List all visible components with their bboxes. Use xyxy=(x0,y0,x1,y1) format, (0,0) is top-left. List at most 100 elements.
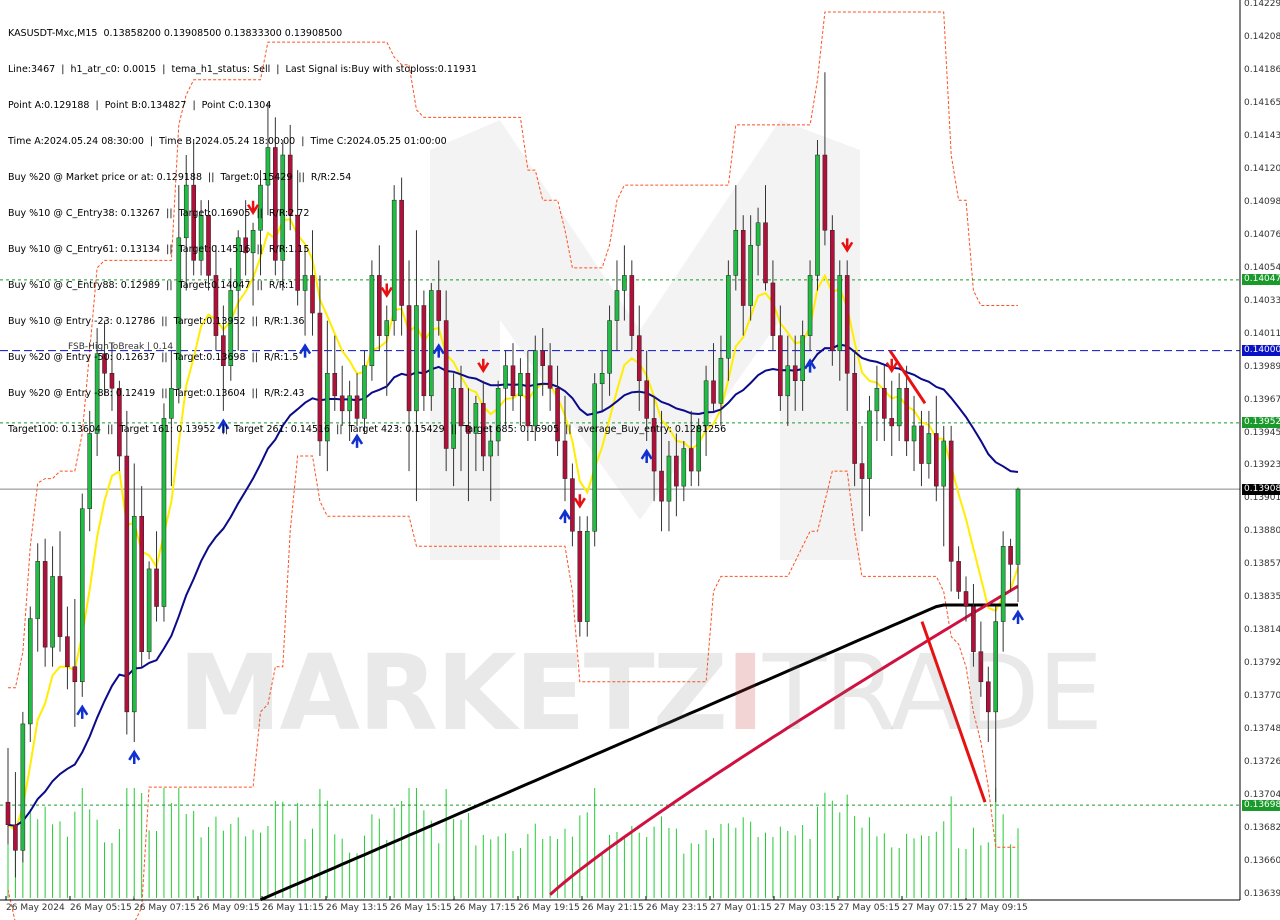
candle[interactable] xyxy=(584,516,590,637)
candle[interactable] xyxy=(131,463,137,742)
time-axis-label: 27 May 05:15 xyxy=(838,903,900,913)
candle[interactable] xyxy=(577,516,583,637)
price-axis-label: 0.14229 xyxy=(1244,0,1280,9)
info-line: Buy %10 @ Entry -23: 0.12786 || Target:0… xyxy=(8,316,305,327)
candle[interactable] xyxy=(815,139,820,291)
time-axis-label: 26 May 05:15 xyxy=(70,903,132,913)
candle[interactable] xyxy=(859,425,865,532)
candle-body xyxy=(1000,546,1006,622)
price-axis-label: 0.13792 xyxy=(1244,658,1280,669)
info-line: Buy %20 @ Entry -88: 0.12419 || Target:0… xyxy=(8,388,305,399)
candle[interactable] xyxy=(956,546,961,599)
candle-body xyxy=(674,455,679,487)
candle-body xyxy=(13,824,18,851)
price-axis-label: 0.14165 xyxy=(1244,97,1280,108)
candle[interactable] xyxy=(42,538,48,667)
candle[interactable] xyxy=(948,425,954,592)
candle-body xyxy=(154,568,159,607)
candle-body xyxy=(146,568,152,652)
candle-body xyxy=(889,418,895,427)
candle-body xyxy=(42,561,48,648)
candle[interactable] xyxy=(5,747,11,845)
candle[interactable] xyxy=(570,463,575,547)
time-axis-label: 27 May 03:15 xyxy=(774,903,836,913)
candle[interactable] xyxy=(830,215,835,366)
candle-body xyxy=(35,561,40,619)
info-line: Point A:0.129188 | Point B:0.134827 | Po… xyxy=(8,100,272,111)
candle[interactable] xyxy=(79,493,85,697)
chart-grid xyxy=(5,896,967,900)
candle-body xyxy=(733,230,739,276)
price-axis-label: 0.13682 xyxy=(1244,823,1280,834)
candle[interactable] xyxy=(13,772,18,878)
candle-body xyxy=(904,388,909,442)
candle-body xyxy=(20,723,26,851)
candle-body xyxy=(65,636,70,667)
candle[interactable] xyxy=(1015,487,1021,603)
chart-window[interactable]: MARKETZITRADE KASUSDT-Mxc,M15 0.13858200… xyxy=(0,0,1280,920)
time-axis-label: 26 May 23:15 xyxy=(646,903,708,913)
price-axis-label: 0.13639 xyxy=(1244,889,1280,899)
price-axis-label: 0.13945 xyxy=(1244,427,1280,438)
candle[interactable] xyxy=(941,425,947,547)
price-axis-label: 0.13880 xyxy=(1244,526,1280,537)
candle-body xyxy=(79,508,85,683)
candle[interactable] xyxy=(27,606,33,742)
price-tag: 0.13908 xyxy=(1242,483,1280,495)
price-axis-label: 0.13857 xyxy=(1244,559,1280,570)
candle[interactable] xyxy=(35,543,40,652)
candle-body xyxy=(807,275,813,336)
candle-body xyxy=(911,425,917,442)
price-axis-label: 0.13660 xyxy=(1244,856,1280,867)
candle-body xyxy=(867,410,872,479)
candle-body xyxy=(584,531,590,622)
candle[interactable] xyxy=(882,365,887,441)
time-axis-label: 26 May 17:15 xyxy=(454,903,516,913)
price-tag: 0.13952 xyxy=(1242,417,1280,429)
watermark-bar: I xyxy=(726,632,765,754)
watermark-text: MARKETZITRADE xyxy=(178,632,1104,754)
time-axis-label: 26 May 21:15 xyxy=(582,903,644,913)
candle[interactable] xyxy=(65,606,70,690)
candle-body xyxy=(948,440,954,562)
price-axis-label: 0.13770 xyxy=(1244,691,1280,702)
candle[interactable] xyxy=(50,546,55,667)
candle-body xyxy=(822,154,828,231)
candle-body xyxy=(778,335,783,397)
candle[interactable] xyxy=(896,373,902,441)
info-line: Time A:2024.05.24 08:30:00 | Time B:2024… xyxy=(8,136,447,147)
candle-body xyxy=(926,433,932,464)
info-line: Buy %20 @ Market price or at: 0.129188 |… xyxy=(8,172,352,183)
buy-arrow-icon xyxy=(76,704,89,719)
candle[interactable] xyxy=(154,531,159,622)
candle[interactable] xyxy=(139,486,144,667)
candle[interactable] xyxy=(926,410,932,479)
price-axis-label: 0.13989 xyxy=(1244,361,1280,372)
watermark-main: MARKETZ xyxy=(178,632,728,754)
candle[interactable] xyxy=(57,531,63,652)
symbol-header: KASUSDT-Mxc,M15 0.13858200 0.13908500 0.… xyxy=(8,28,343,39)
watermark-trade: TRADE xyxy=(762,632,1104,754)
candle-body xyxy=(896,388,902,427)
candle[interactable] xyxy=(889,380,895,457)
price-axis-label: 0.13748 xyxy=(1244,724,1280,735)
candle-body xyxy=(770,282,776,336)
candle-body xyxy=(859,463,865,479)
candle[interactable] xyxy=(867,395,872,517)
price-axis-label: 0.13835 xyxy=(1244,592,1280,603)
candle[interactable] xyxy=(874,365,880,441)
candle[interactable] xyxy=(911,395,917,472)
fsb-high-to-break-label: FSB-HighToBreak | 0.14 xyxy=(68,342,174,352)
info-line: Target100: 0.13604 || Target 161: 0.1395… xyxy=(8,424,727,435)
price-axis-label: 0.14186 xyxy=(1244,64,1280,75)
candle-body xyxy=(5,801,11,825)
candle-body xyxy=(27,618,33,725)
candle[interactable] xyxy=(934,395,939,502)
price-axis-label: 0.13726 xyxy=(1244,757,1280,768)
candle[interactable] xyxy=(822,72,828,246)
candle[interactable] xyxy=(146,561,152,660)
time-axis-label: 27 May 07:15 xyxy=(902,903,964,913)
candle-body xyxy=(755,222,761,246)
candle[interactable] xyxy=(20,711,26,863)
time-axis-label: 26 May 13:15 xyxy=(326,903,388,913)
